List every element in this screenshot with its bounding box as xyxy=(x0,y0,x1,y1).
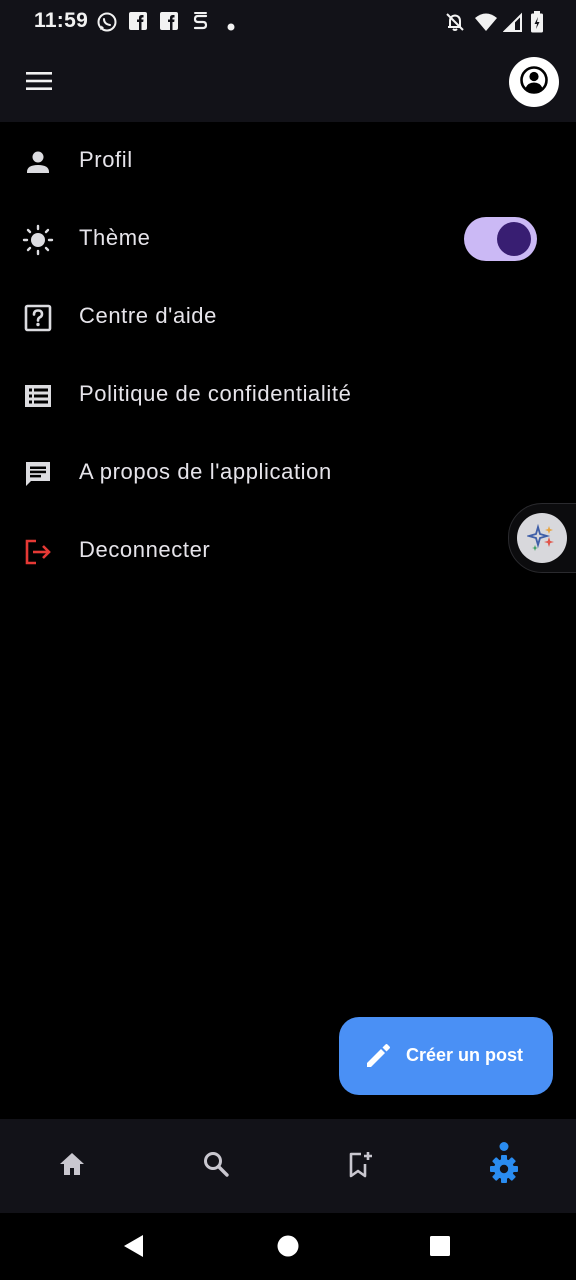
status-bar: 11:59 xyxy=(0,0,576,44)
hamburger-menu-icon xyxy=(25,70,53,97)
notifications-off-icon xyxy=(444,11,466,38)
dot-icon xyxy=(227,18,235,36)
create-post-label: Créer un post xyxy=(406,1045,524,1065)
logout-icon xyxy=(22,536,54,568)
facebook-icon xyxy=(159,11,179,36)
sync-icon xyxy=(191,11,211,38)
settings-item-label: Thème xyxy=(79,225,151,250)
bookmark-add-icon xyxy=(345,1149,375,1184)
sun-icon xyxy=(22,224,54,256)
settings-item-privacy-policy[interactable]: Politique de confidentialité xyxy=(0,356,576,434)
sparkle-icon xyxy=(517,513,567,563)
facebook-icon xyxy=(128,11,148,36)
menu-button[interactable] xyxy=(20,64,58,102)
theme-toggle-knob xyxy=(497,222,531,256)
account-circle-icon xyxy=(519,65,549,100)
list-icon xyxy=(22,380,54,412)
create-post-button[interactable]: Créer un post xyxy=(339,1017,553,1095)
screen: 11:59 Profil Thème Centre d'aide Politiq… xyxy=(0,0,576,1280)
bottom-nav xyxy=(0,1119,576,1213)
settings-item-label: Deconnecter xyxy=(79,537,211,562)
settings-item-label: Politique de confidentialité xyxy=(79,381,352,406)
nav-settings[interactable] xyxy=(432,1119,576,1213)
system-nav xyxy=(0,1213,576,1280)
settings-item-help-center[interactable]: Centre d'aide xyxy=(0,278,576,356)
signal-icon xyxy=(502,11,523,38)
back-triangle-icon xyxy=(121,1233,145,1264)
avatar-button[interactable] xyxy=(509,57,559,107)
nav-home[interactable] xyxy=(0,1119,144,1213)
settings-item-label: Centre d'aide xyxy=(79,303,217,328)
whatsapp-icon xyxy=(96,11,118,38)
settings-item-label: Profil xyxy=(79,147,133,172)
nav-bookmarks[interactable] xyxy=(288,1119,432,1213)
settings-icon xyxy=(487,1141,521,1191)
nav-search[interactable] xyxy=(144,1119,288,1213)
status-time: 11:59 xyxy=(34,9,89,32)
assistant-bubble[interactable] xyxy=(508,503,576,573)
battery-icon xyxy=(530,11,544,38)
chat-icon xyxy=(22,458,54,490)
pencil-icon xyxy=(363,1041,393,1071)
system-back-button[interactable] xyxy=(118,1233,148,1263)
settings-item-profil[interactable]: Profil xyxy=(0,122,576,200)
wifi-icon xyxy=(474,11,498,38)
home-icon xyxy=(57,1149,87,1184)
help-icon xyxy=(22,302,54,334)
search-icon xyxy=(201,1149,231,1184)
system-home-button[interactable] xyxy=(273,1233,303,1263)
home-circle-icon xyxy=(276,1234,300,1263)
settings-item-about[interactable]: A propos de l'application xyxy=(0,434,576,512)
theme-toggle[interactable] xyxy=(464,217,537,261)
settings-item-label: A propos de l'application xyxy=(79,459,332,484)
app-bar xyxy=(0,44,576,122)
person-icon xyxy=(22,146,54,178)
system-recents-button[interactable] xyxy=(425,1233,455,1263)
recents-square-icon xyxy=(428,1234,452,1263)
settings-item-logout[interactable]: Deconnecter xyxy=(0,512,576,590)
